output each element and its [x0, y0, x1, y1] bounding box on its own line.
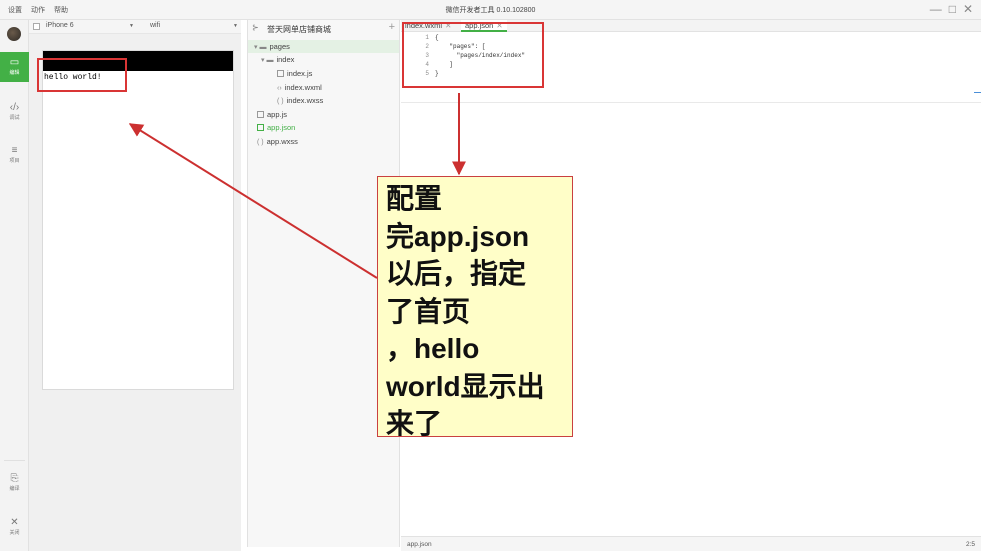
- close-window-icon[interactable]: ✕: [963, 3, 973, 15]
- folder-open-icon: ▾ ▬: [261, 57, 274, 64]
- activity-bar: ▭ 编辑 ‹/› 调试 ≡ 项目 ⎘ 编译 ✕ 关闭: [0, 20, 29, 551]
- activity-project-label: 项目: [9, 158, 20, 164]
- window-controls: — □ ✕: [930, 3, 973, 15]
- tree-item-label: index: [276, 55, 295, 64]
- tree-item-label: app.json: [267, 123, 296, 132]
- window-title: 微信开发者工具 0.10.102800: [445, 7, 536, 14]
- project-name: 誉天网单店铺商城: [267, 25, 331, 34]
- simulator-checkbox[interactable]: [33, 23, 40, 30]
- callout-line: 了首页: [386, 295, 471, 327]
- tree-item-label: pages: [269, 42, 290, 51]
- simulator-toolbar: iPhone 6 ▼ wifi ▼: [29, 20, 241, 34]
- angle-brackets-icon: ‹/›: [9, 102, 20, 113]
- tree-item-label: index.wxml: [284, 83, 322, 92]
- json-file-icon: [257, 124, 264, 131]
- tree-item-label: index.wxss: [286, 96, 324, 105]
- tree-item-app-js[interactable]: app.js: [248, 108, 399, 121]
- minimize-icon[interactable]: —: [930, 3, 942, 15]
- tree-item-label: app.wxss: [266, 137, 298, 146]
- callout-line: 配置: [386, 183, 443, 214]
- callout-line: 来了: [386, 408, 443, 439]
- tree-item-app-json[interactable]: app.json: [248, 121, 399, 134]
- annotation-callout: 配置 完app.json 以后，指定 了首页 ，hello world显示出 来…: [377, 176, 573, 439]
- tree-item-index-wxml[interactable]: ‹› index.wxml: [248, 81, 399, 94]
- activity-divider: [4, 460, 25, 461]
- chevron-down-icon[interactable]: ▼: [233, 23, 238, 29]
- highlight-box-code: [402, 22, 544, 88]
- menu-settings[interactable]: 设置: [8, 5, 22, 15]
- tree-item-app-wxss[interactable]: ( ) app.wxss: [248, 135, 399, 148]
- device-select[interactable]: iPhone 6: [46, 22, 74, 29]
- callout-line: 完app.json: [386, 220, 530, 252]
- code-box-icon: ▭: [9, 57, 20, 68]
- highlight-box-phone-text: [37, 58, 127, 92]
- title-bar: 设置 动作 帮助 微信开发者工具 0.10.102800 — □ ✕: [0, 0, 981, 20]
- callout-line: ，hello: [386, 333, 480, 364]
- phone-screen[interactable]: hello world!: [42, 50, 234, 390]
- compile-icon: ⎘: [10, 473, 19, 484]
- style-file-icon: ( ): [277, 98, 284, 105]
- list-icon: ≡: [11, 145, 18, 156]
- add-file-icon[interactable]: +: [389, 21, 395, 33]
- status-bar: app.json 2:5: [401, 536, 981, 551]
- activity-project-button[interactable]: ≡ 项目: [0, 140, 29, 170]
- js-file-icon: [257, 111, 264, 118]
- project-header: ⊱ 誉天网单店铺商城 +: [248, 20, 399, 38]
- tree-item-index-folder[interactable]: ▾ ▬ index: [248, 53, 399, 66]
- scroll-marker: [974, 92, 981, 93]
- activity-debug-button[interactable]: ‹/› 调试: [0, 97, 29, 127]
- tree-item-index-js[interactable]: index.js: [248, 67, 399, 80]
- project-icon: ⊱: [252, 23, 259, 32]
- editor-divider: [401, 102, 981, 103]
- activity-edit-button[interactable]: ▭ 编辑: [0, 52, 29, 82]
- js-file-icon: [277, 70, 284, 77]
- menu-bar: 设置 动作 帮助: [8, 5, 68, 15]
- activity-edit-label: 编辑: [9, 70, 20, 76]
- activity-debug-label: 调试: [9, 115, 20, 121]
- tree-item-label: index.js: [287, 69, 313, 78]
- callout-line: world显示出: [386, 370, 545, 402]
- callout-line: 以后，指定: [386, 258, 527, 289]
- tree-item-index-wxss[interactable]: ( ) index.wxss: [248, 94, 399, 107]
- avatar[interactable]: [7, 27, 21, 41]
- tree-item-pages[interactable]: ▾ ▬ pages: [248, 40, 399, 53]
- menu-help[interactable]: 帮助: [54, 5, 68, 15]
- activity-close-label: 关闭: [9, 530, 20, 536]
- activity-compile-button[interactable]: ⎘ 编译: [0, 468, 29, 498]
- status-file-name: app.json: [407, 541, 432, 548]
- tree-item-label: app.js: [267, 110, 288, 119]
- chevron-down-icon[interactable]: ▼: [129, 23, 134, 29]
- menu-actions[interactable]: 动作: [31, 5, 45, 15]
- maximize-icon[interactable]: □: [949, 3, 956, 15]
- activity-close-button[interactable]: ✕ 关闭: [0, 512, 29, 542]
- close-icon: ✕: [10, 517, 19, 528]
- activity-compile-label: 编译: [9, 486, 20, 492]
- style-file-icon: ( ): [257, 139, 264, 146]
- network-select[interactable]: wifi: [150, 22, 160, 29]
- cursor-position: 2:5: [965, 541, 975, 548]
